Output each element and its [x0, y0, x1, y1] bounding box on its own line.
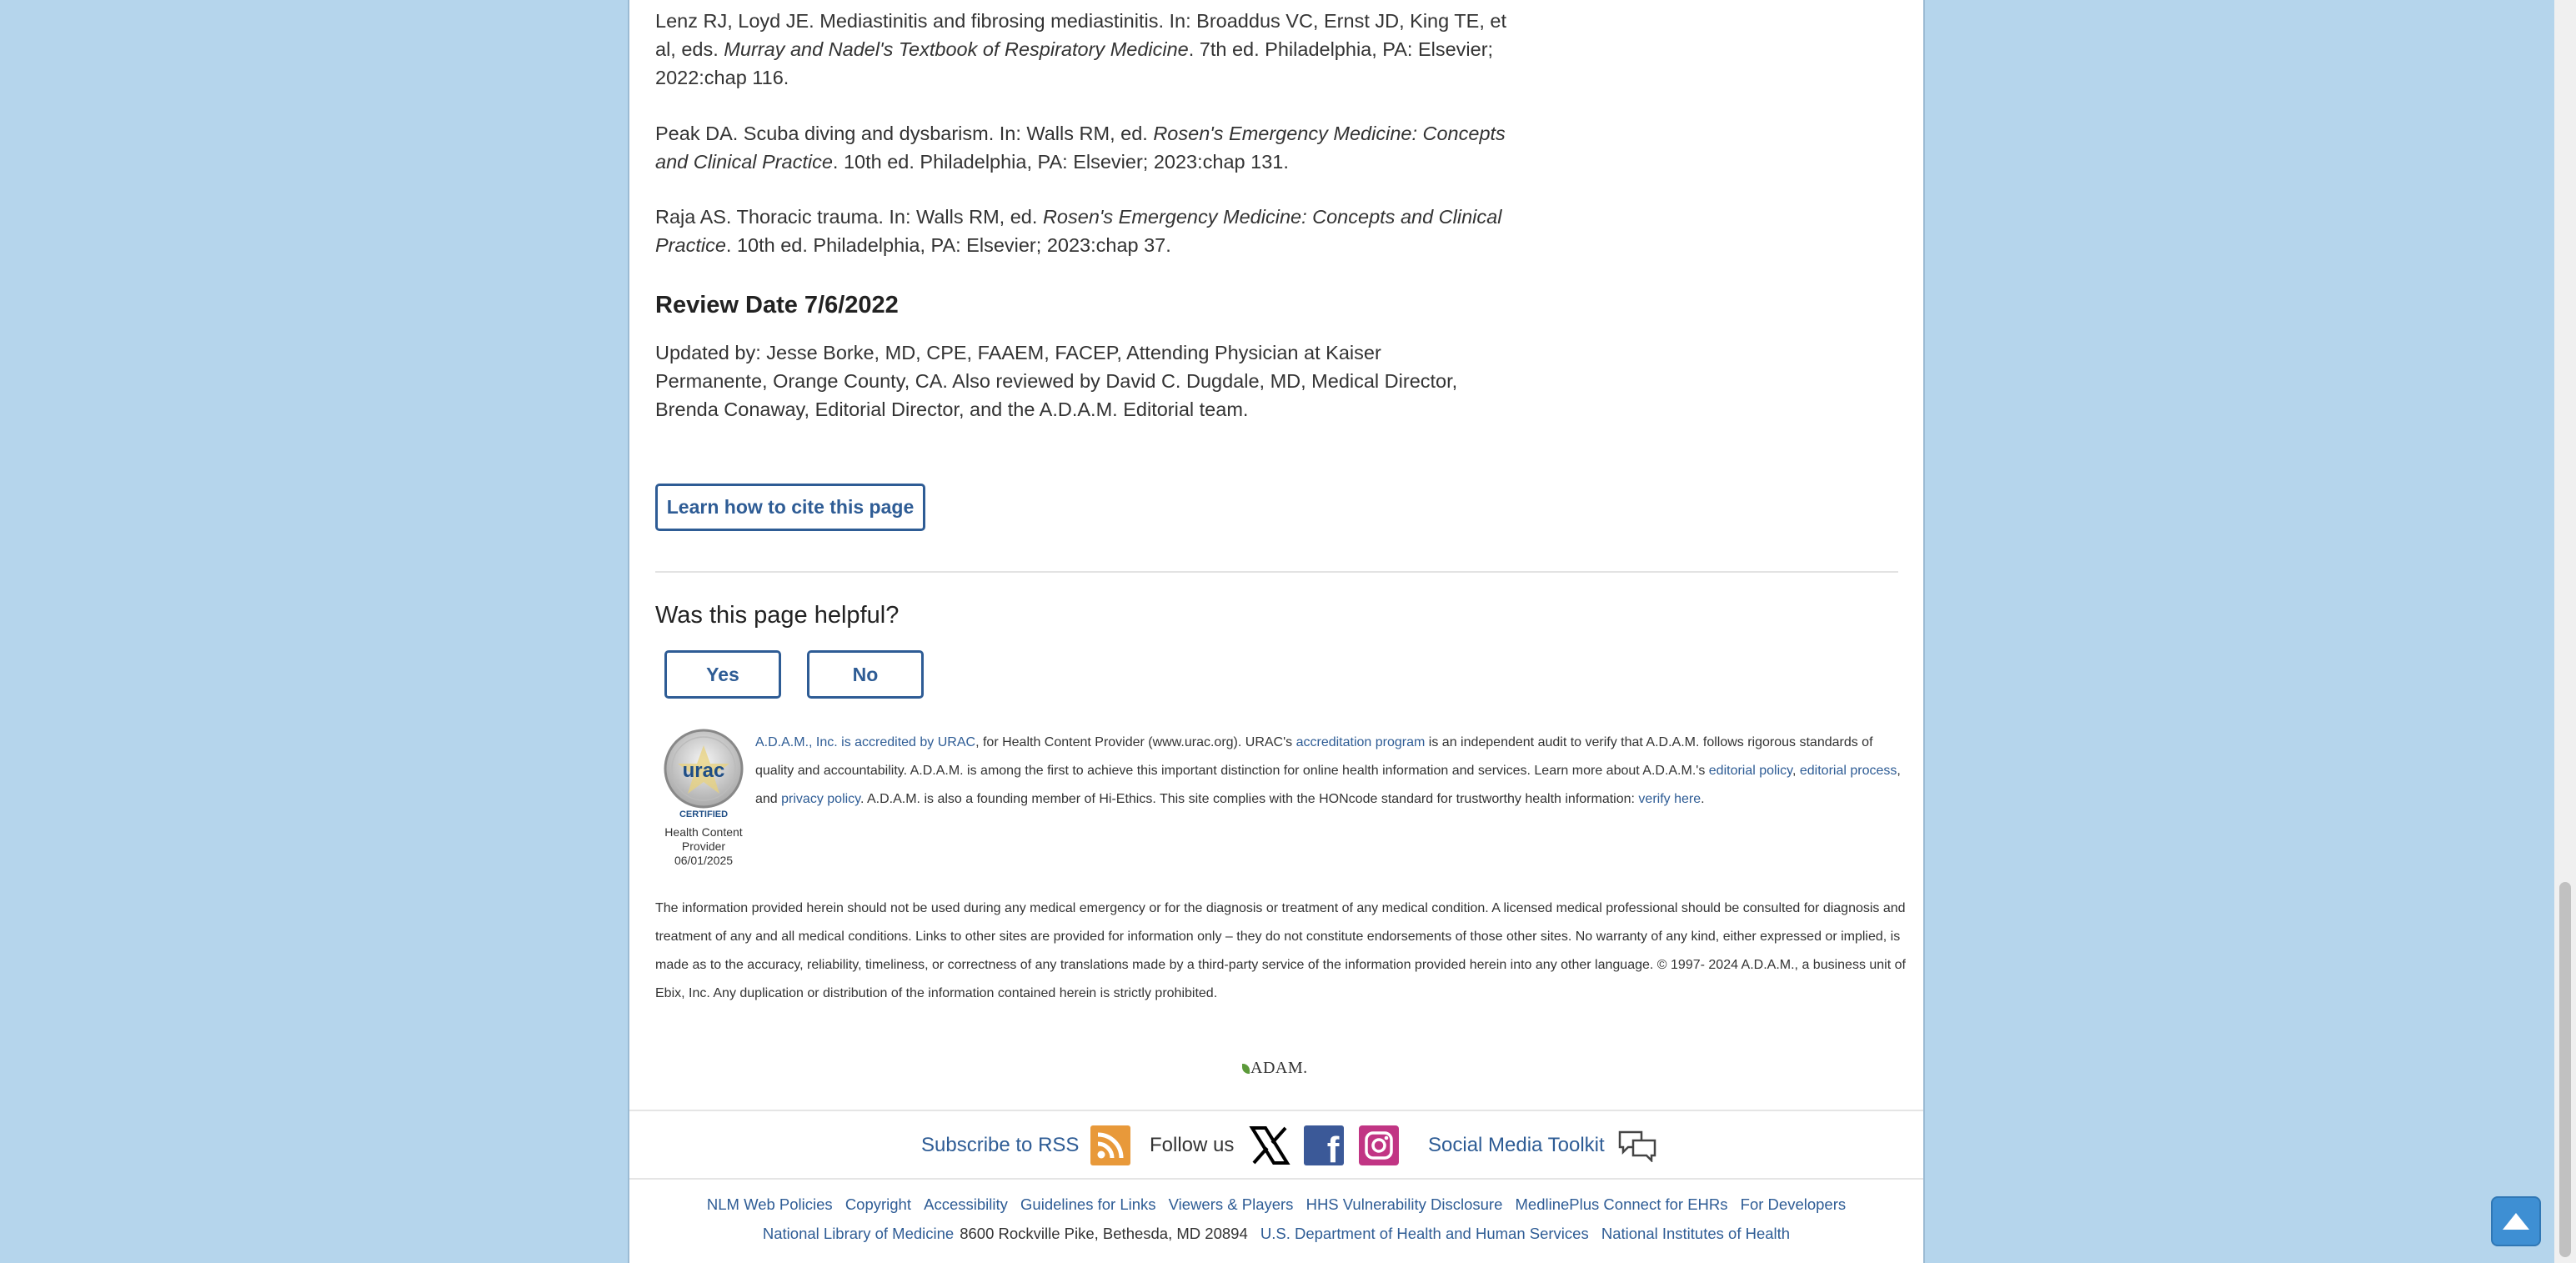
footer-link-guidelines[interactable]: Guidelines for Links: [1020, 1195, 1155, 1213]
cite-page-button[interactable]: Learn how to cite this page: [655, 484, 925, 531]
reference-title: Murray and Nadel's Textbook of Respirato…: [724, 38, 1189, 60]
chat-bubbles-icon: [1616, 1129, 1658, 1164]
editorial-process-link[interactable]: editorial process: [1800, 764, 1897, 778]
footer-link-accessibility[interactable]: Accessibility: [924, 1195, 1008, 1213]
adam-logo-text: ADAM.: [1250, 1059, 1308, 1077]
urac-caption-date: 06/01/2025: [674, 854, 734, 867]
urac-text-part: . A.D.A.M. is also a founding member of …: [860, 792, 1639, 806]
urac-caption-line: Provider: [681, 839, 726, 853]
urac-certified-label: CERTIFIED: [679, 809, 728, 819]
verify-here-link[interactable]: verify here: [1638, 792, 1701, 806]
helpful-yes-button[interactable]: Yes: [664, 650, 781, 699]
medical-disclaimer: The information provided herein should n…: [655, 901, 1906, 1000]
scroll-to-top-button[interactable]: [2491, 1196, 2541, 1246]
divider: [629, 1178, 1923, 1180]
reference-text: . 10th ed. Philadelphia, PA: Elsevier; 2…: [832, 151, 1289, 173]
leaf-icon: [1242, 1064, 1250, 1075]
divider: [655, 571, 1898, 573]
urac-text-part: ,: [1792, 764, 1800, 778]
helpful-no-button[interactable]: No: [807, 650, 924, 699]
footer-links: NLM Web Policies Copyright Accessibility…: [629, 1195, 1923, 1214]
rss-link[interactable]: Subscribe to RSS: [921, 1122, 1131, 1169]
facebook-icon[interactable]: f: [1304, 1125, 1345, 1165]
reference-item: Lenz RJ, Loyd JE. Mediastinitis and fibr…: [655, 7, 1522, 92]
adam-logo[interactable]: ADAM.: [1242, 1059, 1308, 1078]
rss-label: Subscribe to RSS: [921, 1134, 1080, 1156]
footer-link-hhs-disclosure[interactable]: HHS Vulnerability Disclosure: [1306, 1195, 1503, 1213]
instagram-icon[interactable]: [1359, 1125, 1400, 1165]
footer-link-nlm[interactable]: National Library of Medicine: [763, 1225, 954, 1242]
footer-link-nih[interactable]: National Institutes of Health: [1601, 1225, 1790, 1242]
urac-caption: Health Content Provider 06/01/2025: [655, 825, 752, 868]
urac-caption-line: Health Content: [664, 825, 743, 839]
urac-accredited-link[interactable]: A.D.A.M., Inc. is accredited by URAC: [755, 735, 975, 749]
footer-link-viewers-players[interactable]: Viewers & Players: [1169, 1195, 1294, 1213]
divider: [629, 1110, 1923, 1111]
social-toolkit-label: Social Media Toolkit: [1428, 1134, 1605, 1156]
footer-link-hhs[interactable]: U.S. Department of Health and Human Serv…: [1260, 1225, 1589, 1242]
reference-item: Peak DA. Scuba diving and dysbarism. In:…: [655, 119, 1539, 176]
footer-link-nlm-web-policies[interactable]: NLM Web Policies: [707, 1195, 833, 1213]
scrollbar-thumb[interactable]: [2559, 882, 2571, 1257]
reference-item: Raja AS. Thoracic trauma. In: Walls RM, …: [655, 203, 1522, 259]
urac-text-part: , for Health Content Provider (www.urac.…: [975, 735, 1296, 749]
review-date-heading: Review Date 7/6/2022: [655, 292, 899, 318]
x-twitter-icon[interactable]: [1249, 1125, 1291, 1166]
urac-accreditation-text: A.D.A.M., Inc. is accredited by URAC, fo…: [755, 729, 1906, 814]
accreditation-program-link[interactable]: accreditation program: [1296, 735, 1426, 749]
urac-seal-label: urac: [683, 759, 725, 782]
reference-text: Peak DA. Scuba diving and dysbarism. In:…: [655, 123, 1154, 144]
review-updated-text: Updated by: Jesse Borke, MD, CPE, FAAEM,…: [655, 342, 1458, 420]
privacy-policy-link[interactable]: privacy policy: [781, 792, 860, 806]
footer-link-medlineplus-connect[interactable]: MedlinePlus Connect for EHRs: [1516, 1195, 1728, 1213]
arrow-up-icon: [2503, 1213, 2529, 1230]
reference-text: Raja AS. Thoracic trauma. In: Walls RM, …: [655, 206, 1043, 228]
footer-link-developers[interactable]: For Developers: [1741, 1195, 1846, 1213]
footer-address: 8600 Rockville Pike, Bethesda, MD 20894: [960, 1225, 1248, 1242]
urac-text-part: .: [1701, 792, 1705, 806]
social-media-toolkit-link[interactable]: Social Media Toolkit: [1428, 1122, 1658, 1169]
editorial-policy-link[interactable]: editorial policy: [1709, 764, 1792, 778]
page-content: Lenz RJ, Loyd JE. Mediastinitis and fibr…: [628, 0, 1925, 1263]
reference-text: . 10th ed. Philadelphia, PA: Elsevier; 2…: [725, 234, 1171, 256]
follow-us-label: Follow us: [1150, 1134, 1235, 1156]
rss-icon: [1090, 1125, 1131, 1165]
helpful-question: Was this page helpful?: [655, 602, 900, 629]
follow-us: Follow us f: [1150, 1122, 1400, 1169]
footer-address-row: National Library of Medicine 8600 Rockvil…: [629, 1225, 1923, 1243]
footer-link-copyright[interactable]: Copyright: [845, 1195, 911, 1213]
urac-seal-icon[interactable]: urac CERTIFIED: [662, 729, 745, 820]
